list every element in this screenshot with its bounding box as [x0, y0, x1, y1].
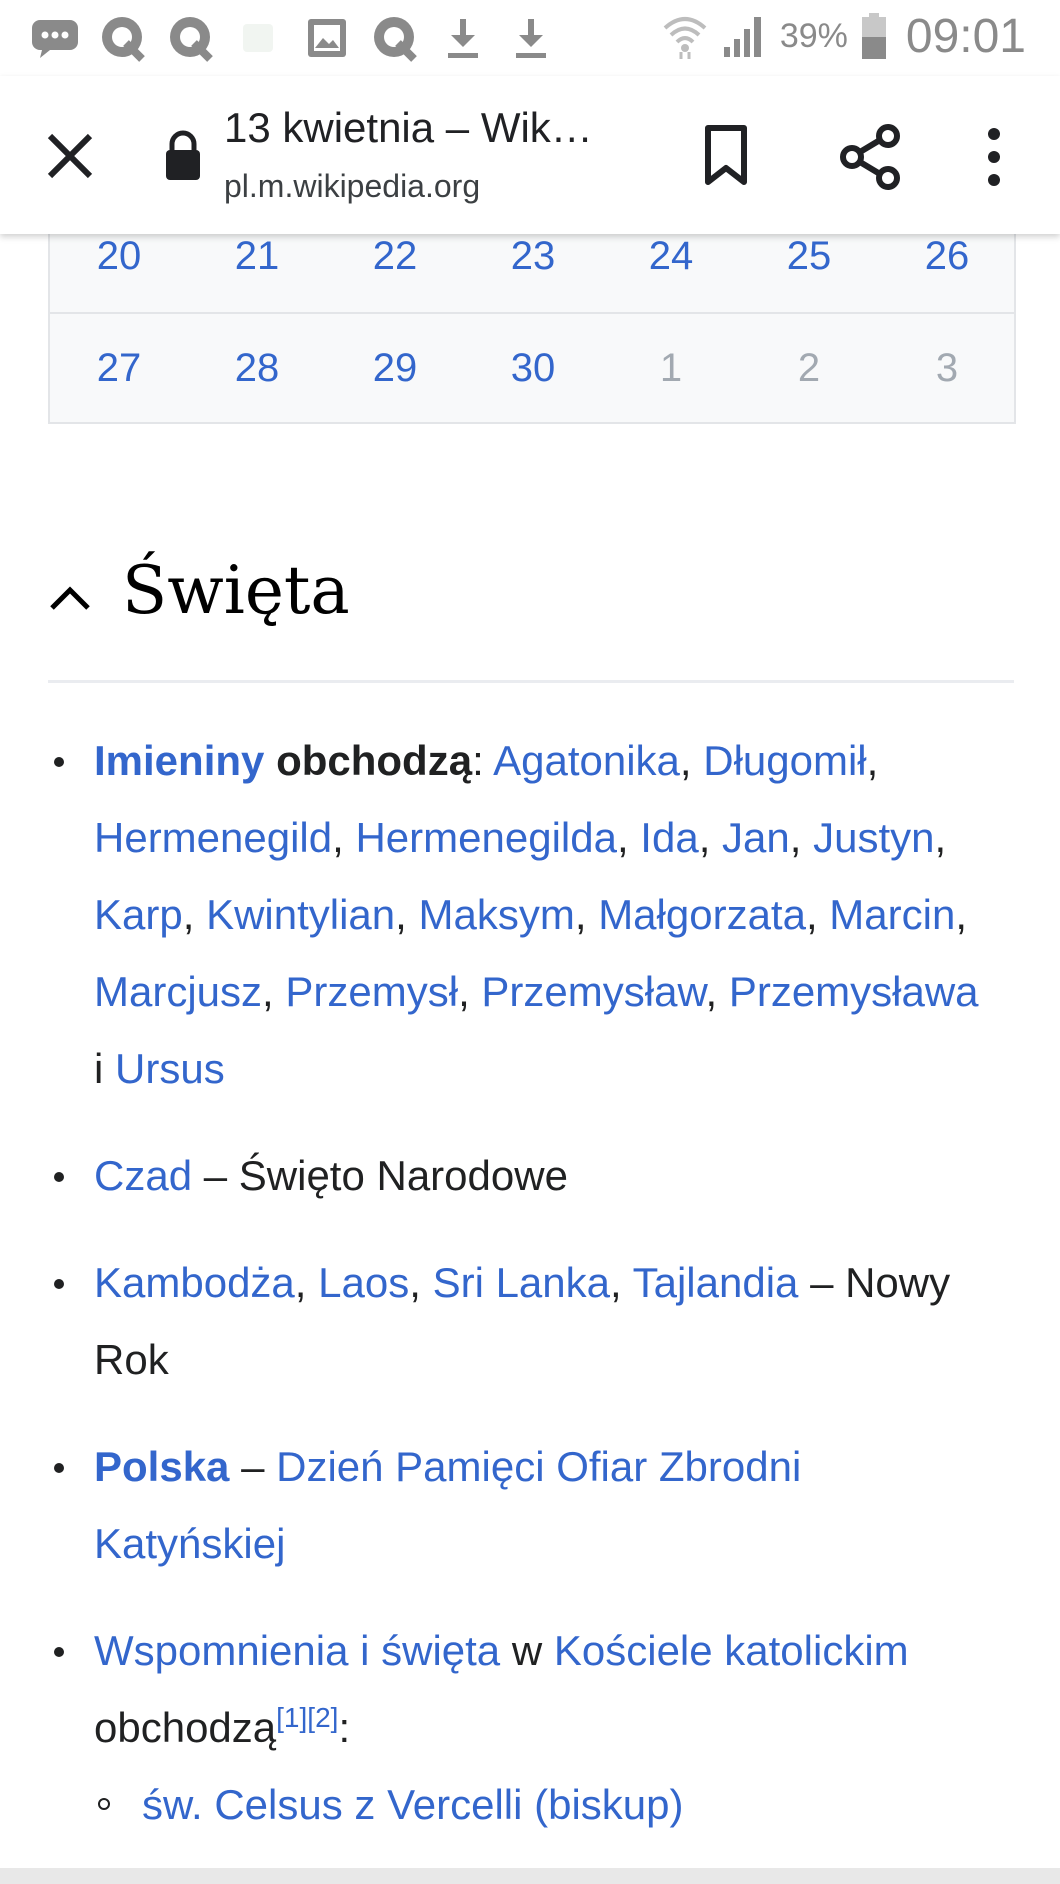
- czad-link[interactable]: Czad: [94, 1152, 192, 1199]
- saint-link[interactable]: św. Celsus z Vercelli (biskup): [142, 1781, 684, 1828]
- kosciol-link[interactable]: Kościele katolickim: [554, 1627, 909, 1674]
- clock: 09:01: [905, 9, 1026, 63]
- calendar-day[interactable]: 2: [740, 312, 878, 424]
- collapse-chevron-icon[interactable]: [48, 582, 92, 612]
- names-list: Agatonika, Długomił, Hermenegild, Hermen…: [94, 737, 979, 1092]
- more-options-icon[interactable]: [976, 122, 1012, 192]
- country-link[interactable]: Sri Lanka: [433, 1259, 610, 1306]
- czad-text: – Święto Narodowe: [203, 1152, 568, 1199]
- country-link[interactable]: Kambodża: [94, 1259, 295, 1306]
- page-url[interactable]: pl.m.wikipedia.org: [224, 168, 480, 205]
- name-link[interactable]: Jan: [722, 814, 790, 861]
- download-icon: [438, 10, 488, 66]
- message-icon: [30, 10, 80, 66]
- saint-list-item: św. Celsus z Vercelli (biskup): [48, 1766, 998, 1843]
- signal-icon: [720, 8, 770, 64]
- calendar-day[interactable]: 1: [602, 312, 740, 424]
- calendar-day[interactable]: 30: [464, 312, 602, 424]
- q-app-icon: [98, 10, 148, 66]
- calendar-day[interactable]: 3: [878, 312, 1016, 424]
- country-link[interactable]: Tajlandia: [633, 1259, 799, 1306]
- reference-2[interactable]: [2]: [307, 1702, 338, 1733]
- download-icon: [506, 10, 556, 66]
- lock-icon[interactable]: [162, 128, 204, 184]
- w-text: w: [511, 1627, 543, 1674]
- name-link[interactable]: Przemysł: [285, 968, 458, 1015]
- list-item-nowy-rok: Kambodża, Laos, Sri Lanka, Tajlandia – N…: [48, 1244, 998, 1398]
- country-link[interactable]: Laos: [318, 1259, 409, 1306]
- blank-app-icon: [234, 10, 284, 66]
- q-app-icon: [166, 10, 216, 66]
- dash: –: [241, 1443, 265, 1490]
- notification-icons: [30, 10, 556, 66]
- name-link[interactable]: Maksym: [419, 891, 575, 938]
- imieniny-link[interactable]: Imieniny: [94, 737, 264, 784]
- bookmark-icon[interactable]: [696, 122, 756, 188]
- image-icon: [302, 10, 352, 66]
- name-link[interactable]: Ida: [640, 814, 698, 861]
- name-link[interactable]: Małgorzata: [598, 891, 806, 938]
- calendar-day[interactable]: 28: [188, 312, 326, 424]
- name-link[interactable]: Kwintylian: [206, 891, 395, 938]
- page-title[interactable]: 13 kwietnia – Wik…: [224, 104, 593, 152]
- list-item-czad: Czad – Święto Narodowe: [48, 1137, 998, 1214]
- name-link[interactable]: Justyn: [813, 814, 934, 861]
- name-link[interactable]: Ursus: [115, 1045, 225, 1092]
- name-link[interactable]: Agatonika: [493, 737, 680, 784]
- calendar-day[interactable]: 29: [326, 312, 464, 424]
- browser-toolbar: 13 kwietnia – Wik… pl.m.wikipedia.org: [0, 76, 1060, 234]
- calendar-day[interactable]: 27: [50, 312, 188, 424]
- polska-link[interactable]: Polska: [94, 1443, 229, 1490]
- wifi-icon: [660, 8, 710, 64]
- name-link[interactable]: Karp: [94, 891, 183, 938]
- saints-sublist: św. Celsus z Vercelli (biskup): [48, 1766, 998, 1843]
- name-link[interactable]: Hermenegild: [94, 814, 332, 861]
- share-icon[interactable]: [836, 122, 906, 192]
- close-icon[interactable]: [40, 126, 100, 186]
- battery-icon: [858, 8, 890, 64]
- battery-percentage: 39%: [779, 16, 848, 55]
- system-status: 39% 09:01: [660, 8, 1026, 64]
- name-link[interactable]: Długomił: [703, 737, 866, 784]
- name-link[interactable]: Przemysław: [481, 968, 705, 1015]
- next-item-cutoff: [0, 1868, 1060, 1884]
- list-item-imieniny: Imieniny obchodzą: Agatonika, Długomił, …: [48, 722, 998, 1107]
- q-app-icon: [370, 10, 420, 66]
- status-bar: 39% 09:01: [0, 0, 1060, 76]
- calendar-row: 27 28 29 30 1 2 3: [50, 312, 1014, 424]
- reference-1[interactable]: [1]: [276, 1702, 307, 1733]
- section-divider: [48, 680, 1014, 683]
- country-links: Kambodża, Laos, Sri Lanka, Tajlandia: [94, 1259, 799, 1306]
- wspomnienia-link[interactable]: Wspomnienia i święta: [94, 1627, 500, 1674]
- list-item-wspomnienia: Wspomnienia i święta w Kościele katolick…: [48, 1612, 998, 1766]
- section-heading[interactable]: Święta: [122, 552, 350, 629]
- name-link[interactable]: Przemysława: [729, 968, 979, 1015]
- holidays-list: Imieniny obchodzą: Agatonika, Długomił, …: [48, 722, 998, 1843]
- list-item-polska: Polska – Dzień Pamięci Ofiar Zbrodni Kat…: [48, 1428, 998, 1582]
- name-link[interactable]: Hermenegilda: [355, 814, 616, 861]
- obchodza-text: obchodzą: [94, 1704, 277, 1751]
- name-link[interactable]: Marcin: [829, 891, 955, 938]
- imieniny-suffix: obchodzą: [276, 737, 473, 784]
- name-link[interactable]: Marcjusz: [94, 968, 262, 1015]
